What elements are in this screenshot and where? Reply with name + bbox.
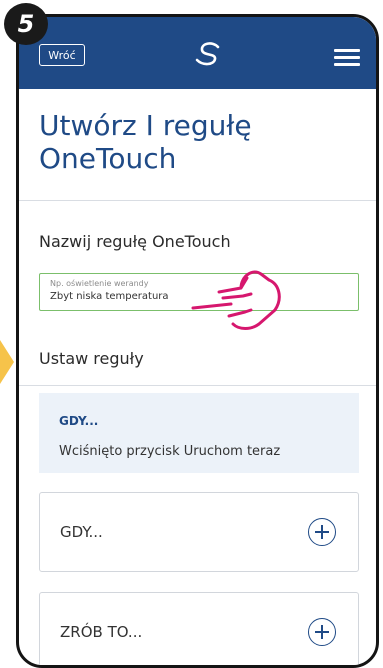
back-button[interactable]: Wróć [39,44,85,66]
page-title-line1: Utwórz I regułę [39,109,252,142]
condition-description: Wciśnięto przycisk Uruchom teraz [59,444,281,459]
rule-name-label: Nazwij regułę OneTouch [39,232,231,251]
add-action-plus-icon[interactable] [308,618,336,646]
add-action-card[interactable]: ZRÓB TO... [39,592,359,665]
add-condition-label: GDY... [60,523,103,541]
top-bar: Wróć [19,17,376,89]
pointing-hand-icon [191,270,281,330]
rules-divider [19,385,376,386]
rules-heading: Ustaw reguły [39,349,144,368]
condition-tag: GDY... [59,414,99,428]
hamburger-menu-icon[interactable] [334,49,360,66]
existing-condition-card[interactable]: GDY... Wciśnięto przycisk Uruchom teraz [39,393,359,473]
add-action-label: ZRÓB TO... [60,623,143,641]
divider [19,200,376,201]
step-number-badge: 5 [4,3,48,45]
add-condition-card[interactable]: GDY... [39,492,359,572]
salus-logo-icon [195,42,220,66]
rule-name-placeholder: Np. oświetlenie werandy [50,279,149,288]
phone-frame: Wróć Utwórz I regułę OneTouch Nazwij reg… [16,14,379,668]
page-title: Utwórz I regułę OneTouch [39,109,339,175]
yellow-pointer-arrow [0,340,14,384]
add-condition-plus-icon[interactable] [308,518,336,546]
rule-name-value: Zbyt niska temperatura [50,291,169,302]
page-title-line2: OneTouch [39,142,177,175]
